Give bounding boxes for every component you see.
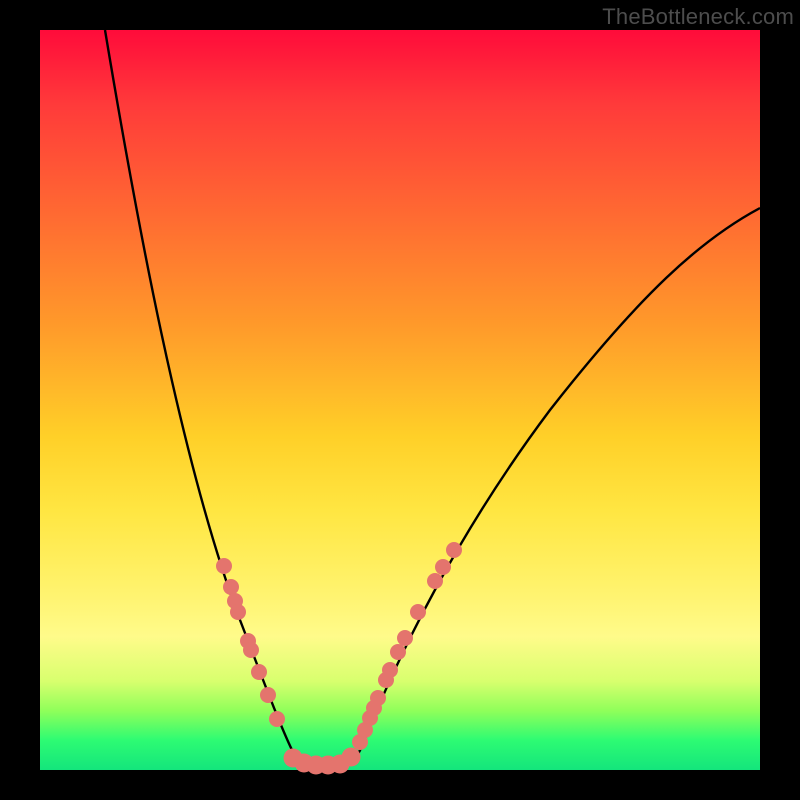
watermark-text: TheBottleneck.com — [602, 4, 794, 30]
curve-marker — [260, 687, 276, 703]
curve-marker — [397, 630, 413, 646]
outer-frame: TheBottleneck.com — [0, 0, 800, 800]
curve-marker — [435, 559, 451, 575]
curve-marker — [382, 662, 398, 678]
plot-area — [40, 30, 760, 770]
curve-marker — [427, 573, 443, 589]
curve-path — [105, 30, 760, 765]
curve-marker — [410, 604, 426, 620]
curve-marker — [342, 748, 361, 767]
curve-marker — [230, 604, 246, 620]
curve-marker — [251, 664, 267, 680]
curve-marker — [390, 644, 406, 660]
curve-marker — [370, 690, 386, 706]
curve-marker — [216, 558, 232, 574]
curve-marker — [243, 642, 259, 658]
curve-marker — [446, 542, 462, 558]
curve-marker — [269, 711, 285, 727]
